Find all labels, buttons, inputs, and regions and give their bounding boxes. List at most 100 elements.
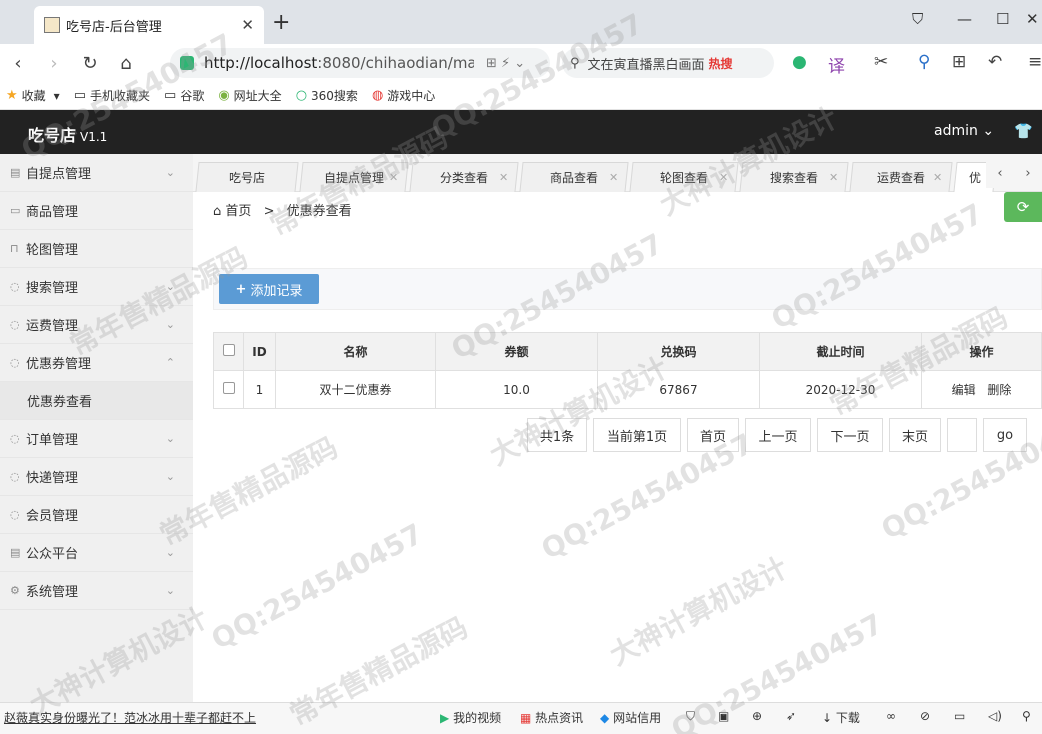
bookmark-mobile[interactable]: ▭ 手机收藏夹 — [74, 87, 150, 104]
go-button[interactable]: go — [983, 418, 1027, 452]
breadcrumb: ⌂ 首页 > 优惠券查看 — [213, 200, 352, 219]
sidebar: ▤ 自提点管理 ⌄ ▭ 商品管理 ⊓ 轮图管理 ◌ 搜索管理 ⌄ ◌ 运费管理 ⌄ ◌ 优惠券管理… — [0, 154, 193, 702]
sidebar-item-shipping[interactable]: ◌ 运费管理 ⌄ — [0, 306, 193, 344]
back-icon[interactable]: ‹ — [0, 53, 36, 74]
bookmark-google[interactable]: ▭ 谷歌 — [164, 87, 204, 104]
rocket-status-icon[interactable]: ➶ — [786, 709, 796, 723]
chat-icon[interactable]: ● — [792, 52, 807, 72]
next-page-button[interactable]: 下一页 — [817, 418, 883, 452]
plus-icon: + — [235, 281, 247, 297]
bookmark-360-search[interactable]: ○ 360搜索 — [296, 87, 358, 104]
table-toolbar: + 添加记录 — [213, 268, 1042, 310]
sidebar-subitem-coupon-view[interactable]: 优惠券查看 — [0, 382, 193, 420]
select-all-checkbox[interactable] — [222, 344, 235, 356]
browser-status-bar: 赵薇真实身份曝光了！范冰冰用十辈子都赶不上 ▶ 我的视频 ▦ 热点资讯 ◆ 网站… — [0, 702, 1042, 734]
close-icon[interactable]: ✕ — [829, 171, 838, 184]
prev-page-button[interactable]: 上一页 — [745, 418, 811, 452]
sidebar-item-public-platform[interactable]: ▤ 公众平台 ⌄ — [0, 534, 193, 572]
close-window-icon[interactable]: ✕ — [1026, 10, 1039, 28]
sidebar-item-system[interactable]: ⚙ 系统管理 ⌄ — [0, 572, 193, 610]
scissors-icon[interactable]: ✂ — [874, 52, 888, 72]
download-item[interactable]: ↓ 下载 — [822, 709, 860, 726]
news-ticker-link[interactable]: 赵薇真实身份曝光了！范冰冰用十辈子都赶不上 — [4, 709, 256, 726]
sidebar-item-pickup-points[interactable]: ▤ 自提点管理 ⌄ — [0, 154, 193, 192]
page-tab-shipping[interactable]: 运费查看 ✕ — [849, 162, 953, 192]
first-page-button[interactable]: 首页 — [687, 418, 739, 452]
column-header[interactable]: ID — [243, 332, 276, 371]
browser-tab[interactable]: 吃号店-后台管理 ✕ — [34, 6, 264, 44]
page-tab-category[interactable]: 分类查看 ✕ — [409, 162, 519, 192]
forward-icon[interactable]: › — [36, 53, 72, 74]
glasses-status-icon[interactable]: ∞ — [886, 709, 896, 723]
apps-grid-icon[interactable]: ⊞ — [952, 52, 966, 72]
breadcrumb-home[interactable]: 首页 — [225, 204, 251, 219]
chevron-left-icon[interactable]: ‹ — [997, 166, 1002, 181]
close-icon[interactable]: ✕ — [389, 171, 398, 184]
page-tab-products[interactable]: 商品查看 ✕ — [519, 162, 629, 192]
my-videos-item[interactable]: ▶ 我的视频 — [440, 709, 501, 726]
menu-icon[interactable]: ≡ — [1028, 52, 1042, 72]
sidebar-item-members[interactable]: ◌ 会员管理 — [0, 496, 193, 534]
shield-status-icon[interactable]: ⛉ — [686, 709, 695, 724]
close-icon[interactable]: ✕ — [499, 171, 508, 184]
bookmarks-bar: ★ 收藏 ▾ ▭ 手机收藏夹 ▭ 谷歌 ◉ 网址大全 ○ 360搜索 ◍ 游戏中心 — [0, 82, 1042, 110]
bookmark-game-center[interactable]: ◍ 游戏中心 — [372, 87, 435, 104]
sidebar-item-carousel[interactable]: ⊓ 轮图管理 — [0, 230, 193, 268]
sidebar-item-orders[interactable]: ◌ 订单管理 ⌄ — [0, 420, 193, 458]
search-status-icon[interactable]: ⚲ — [1022, 709, 1031, 723]
theme-shirt-icon[interactable]: 👕 — [1014, 122, 1033, 140]
url-tools-icon[interactable]: ⊞ ⚡ ⌄ — [486, 56, 525, 71]
new-tab-icon[interactable]: + — [272, 10, 290, 35]
page-tab-search[interactable]: 搜索查看 ✕ — [739, 162, 849, 192]
hot-search-badge[interactable]: 热搜 — [709, 55, 733, 72]
app-brand[interactable]: 吃号店 V1.1 — [28, 122, 107, 146]
tab-scroll-controls: ‹ › — [986, 158, 1042, 188]
window-status-icon[interactable]: ▭ — [954, 709, 965, 723]
magnifier-icon[interactable]: ⚲ — [918, 52, 930, 72]
edit-link[interactable]: 编辑 — [952, 383, 976, 397]
hot-news-item[interactable]: ▦ 热点资讯 — [520, 709, 583, 726]
zoom-status-icon[interactable]: ⊕ — [752, 709, 762, 723]
url-field[interactable]: http://localhost:8080/chihaodian/mair ⊞ … — [170, 48, 550, 78]
row-checkbox[interactable] — [222, 382, 235, 394]
bookmark-favorites[interactable]: ★ 收藏 ▾ — [6, 87, 60, 104]
column-header[interactable]: 截止时间 — [759, 332, 922, 371]
sidebar-item-products[interactable]: ▭ 商品管理 — [0, 192, 193, 230]
last-page-button[interactable]: 末页 — [889, 418, 941, 452]
image-status-icon[interactable]: ▣ — [718, 709, 729, 723]
close-icon[interactable]: ✕ — [719, 171, 728, 184]
close-icon[interactable]: ✕ — [933, 171, 942, 184]
chat-bubble-icon: ◌ — [10, 508, 20, 521]
undo-icon[interactable]: ↶ — [988, 52, 1002, 72]
chevron-right-icon[interactable]: › — [1025, 166, 1030, 181]
home-icon[interactable]: ⌂ — [108, 53, 144, 74]
sidebar-item-search[interactable]: ◌ 搜索管理 ⌄ — [0, 268, 193, 306]
close-icon[interactable]: ✕ — [609, 171, 618, 184]
sidebar-item-coupons[interactable]: ◌ 优惠券管理 ⌃ — [0, 344, 193, 382]
translate-icon[interactable]: 译 — [828, 52, 845, 77]
reload-icon[interactable]: ↻ — [72, 53, 108, 74]
sidebar-item-express[interactable]: ◌ 快递管理 ⌄ — [0, 458, 193, 496]
leaf-status-icon[interactable]: ⊘ — [920, 709, 930, 723]
column-header[interactable]: 名称 — [275, 332, 436, 371]
table-row: 1 双十二优惠券 10.0 67867 2020-12-30 编辑 删除 — [213, 370, 1042, 409]
user-menu[interactable]: admin ⌄ — [934, 123, 994, 139]
add-record-button[interactable]: + 添加记录 — [219, 274, 319, 304]
delete-link[interactable]: 删除 — [987, 383, 1011, 397]
column-header[interactable]: 兑换码 — [597, 332, 760, 371]
site-credit-item[interactable]: ◆ 网站信用 — [600, 709, 661, 726]
close-tab-icon[interactable]: ✕ — [241, 16, 254, 34]
shirt-skin-icon[interactable]: ⛉ — [912, 10, 923, 28]
page-tab-pickup[interactable]: 自提点管理 ✕ — [299, 162, 409, 192]
bookmark-directory[interactable]: ◉ 网址大全 — [218, 87, 281, 104]
column-header[interactable]: 券额 — [435, 332, 598, 371]
column-header: 操作 — [921, 332, 1042, 371]
page-number-input[interactable] — [947, 418, 977, 452]
maximize-icon[interactable]: ☐ — [996, 10, 1009, 28]
browser-search-field[interactable]: ⚲ 文在寅直播黑白画面 热搜 — [562, 48, 774, 78]
refresh-button[interactable]: ⟳ — [1004, 192, 1042, 222]
minimize-icon[interactable]: — — [957, 10, 972, 28]
page-tab-carousel[interactable]: 轮图查看 ✕ — [629, 162, 739, 192]
page-tab-home[interactable]: 吃号店 — [195, 162, 299, 192]
volume-status-icon[interactable]: ◁) — [988, 709, 1002, 723]
